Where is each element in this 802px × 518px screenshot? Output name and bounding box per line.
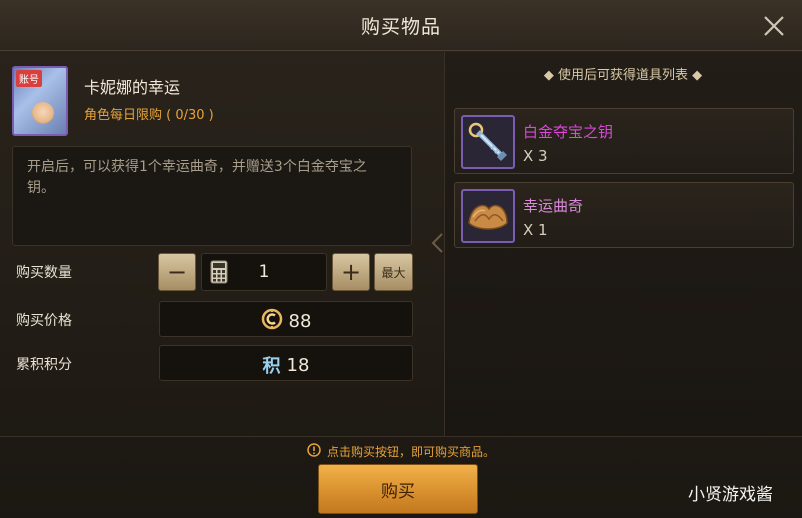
item-icon: 账号 xyxy=(12,66,68,136)
warning-icon xyxy=(307,443,321,460)
increase-quantity-button[interactable]: + xyxy=(332,253,370,291)
purchase-dialog: 购买物品 账号 卡妮娜的幸运 角色每日限购 ( 0/30 ) 开启后，可以获得1… xyxy=(0,0,802,518)
price-value: 88 xyxy=(288,311,312,332)
price-label: 购买价格 xyxy=(16,313,72,329)
quantity-value: 1 xyxy=(258,262,270,282)
purchase-hint: 点击购买按钮，即可购买商品。 xyxy=(0,443,802,460)
price-field: 88 xyxy=(159,301,413,337)
close-icon[interactable] xyxy=(760,12,788,40)
item-description: 开启后，可以获得1个幸运曲奇，并赠送3个白金夺宝之钥。 xyxy=(27,159,367,196)
platinum-key-icon xyxy=(461,115,515,169)
quantity-label: 购买数量 xyxy=(16,265,72,281)
buy-button[interactable]: 购买 xyxy=(318,464,478,514)
footer-divider xyxy=(0,436,802,437)
fortune-cookie-icon xyxy=(461,189,515,243)
hint-text: 点击购买按钮，即可购买商品。 xyxy=(326,445,495,459)
max-quantity-button[interactable]: 最大 xyxy=(374,253,413,291)
points-icon: 积 xyxy=(262,356,281,377)
quantity-input[interactable]: 1 xyxy=(201,253,327,291)
points-value: 18 xyxy=(286,354,310,376)
reward-name: 白金夺宝之钥 xyxy=(523,123,614,141)
points-field: 积 18 xyxy=(159,345,413,381)
coin-icon xyxy=(261,308,283,335)
watermark: 小贤游戏酱 xyxy=(688,485,773,505)
decrease-quantity-button[interactable]: − xyxy=(158,253,196,291)
account-tag: 账号 xyxy=(16,70,42,87)
reward-quantity: X 1 xyxy=(523,221,548,239)
points-label: 累积积分 xyxy=(16,357,72,373)
reward-item[interactable]: 白金夺宝之钥 X 3 xyxy=(454,108,794,174)
panel-arrow-icon xyxy=(430,232,446,254)
item-purchase-limit: 角色每日限购 ( 0/30 ) xyxy=(84,108,214,123)
reward-name: 幸运曲奇 xyxy=(523,197,584,215)
title-bar: 购买物品 xyxy=(0,0,802,51)
reward-quantity: X 3 xyxy=(523,147,548,165)
dialog-title: 购买物品 xyxy=(360,16,441,38)
character-face-icon xyxy=(32,102,54,124)
item-name: 卡妮娜的幸运 xyxy=(84,78,181,97)
rewards-header: ◆ 使用后可获得道具列表 ◆ xyxy=(543,68,703,83)
item-description-box: 开启后，可以获得1个幸运曲奇，并赠送3个白金夺宝之钥。 xyxy=(12,146,412,246)
reward-item[interactable]: 幸运曲奇 X 1 xyxy=(454,182,794,248)
